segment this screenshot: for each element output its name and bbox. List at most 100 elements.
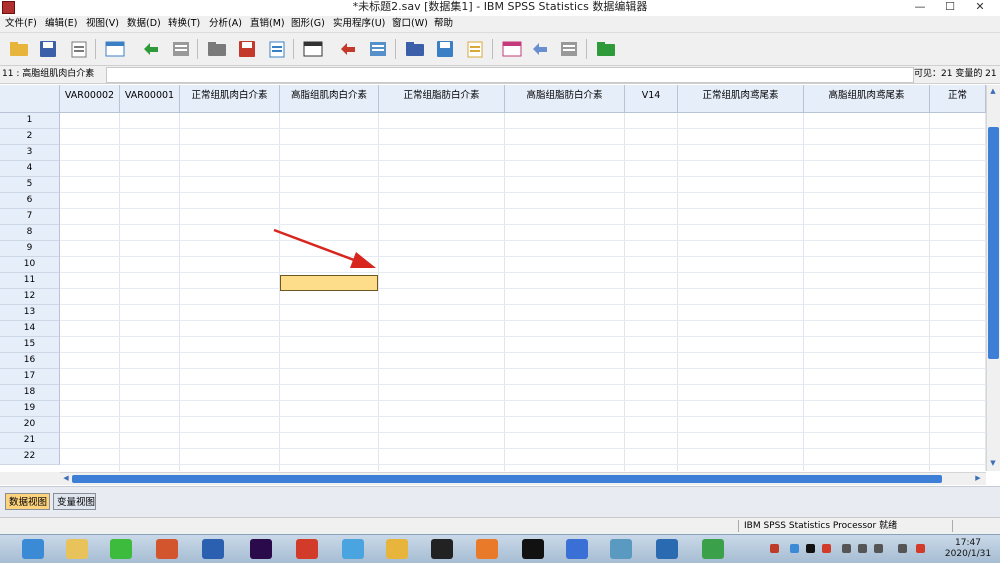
row-header[interactable]: 3 — [0, 145, 60, 161]
scroll-right-icon[interactable]: ▶ — [972, 473, 984, 484]
bird-app-icon[interactable] — [342, 539, 364, 559]
variables-icon[interactable] — [266, 39, 288, 59]
use-sets-icon[interactable] — [529, 39, 551, 59]
menu-item[interactable]: 图形(G) — [291, 18, 325, 30]
selected-cell[interactable] — [280, 275, 378, 291]
column-header[interactable]: VAR00001 — [120, 85, 180, 113]
print-icon[interactable] — [68, 39, 90, 59]
tray-wifi-icon[interactable] — [858, 544, 867, 553]
redo-icon[interactable] — [170, 39, 192, 59]
image-viewer-icon[interactable] — [702, 539, 724, 559]
column-header[interactable]: 高脂组肌肉鸢尾素 — [804, 85, 930, 113]
column-header[interactable]: VAR00002 — [60, 85, 120, 113]
row-header[interactable]: 1 — [0, 113, 60, 129]
column-header[interactable]: 正常组肌肉白介素 — [180, 85, 280, 113]
browser-360-icon[interactable] — [22, 539, 44, 559]
maximize-button[interactable]: ☐ — [936, 0, 964, 14]
column-header[interactable]: V14 — [625, 85, 678, 113]
row-header[interactable]: 18 — [0, 385, 60, 401]
notes-icon[interactable] — [610, 539, 632, 559]
menu-item[interactable]: 分析(A) — [209, 18, 242, 30]
video-editor-icon[interactable] — [431, 539, 453, 559]
file-explorer-icon[interactable] — [66, 539, 88, 559]
feishu-icon[interactable] — [566, 539, 588, 559]
menu-item[interactable]: 文件(F) — [5, 18, 37, 30]
row-header[interactable]: 17 — [0, 369, 60, 385]
tray-battery-icon[interactable] — [842, 544, 851, 553]
menu-item[interactable]: 实用程序(U) — [333, 18, 385, 30]
row-header[interactable]: 6 — [0, 193, 60, 209]
row-header[interactable]: 7 — [0, 209, 60, 225]
tray-security-icon[interactable] — [822, 544, 831, 553]
row-header[interactable]: 9 — [0, 241, 60, 257]
taskbar-clock[interactable]: 17:47 2020/1/31 — [938, 538, 998, 560]
premiere-icon[interactable] — [250, 539, 272, 559]
tray-network-icon[interactable] — [790, 544, 799, 553]
qq-icon[interactable] — [522, 539, 544, 559]
wps-icon[interactable] — [296, 539, 318, 559]
spss-icon[interactable] — [656, 539, 678, 559]
cell-value-input[interactable] — [106, 67, 914, 83]
vertical-scroll-thumb[interactable] — [988, 127, 999, 359]
scroll-up-icon[interactable]: ▲ — [987, 85, 999, 97]
select-cases-icon[interactable] — [464, 39, 486, 59]
row-header[interactable]: 20 — [0, 417, 60, 433]
tab-variable-view[interactable]: 变量视图 — [53, 493, 96, 510]
save-icon[interactable] — [37, 39, 59, 59]
tray-volume-icon[interactable] — [874, 544, 883, 553]
value-labels-icon[interactable] — [501, 39, 523, 59]
minimize-button[interactable]: — — [906, 0, 934, 14]
row-header[interactable]: 15 — [0, 337, 60, 353]
row-header[interactable]: 5 — [0, 177, 60, 193]
scroll-left-icon[interactable]: ◀ — [60, 473, 72, 484]
spell-check-icon[interactable] — [595, 39, 617, 59]
row-header[interactable]: 16 — [0, 353, 60, 369]
column-header[interactable]: 正常 — [930, 85, 986, 113]
goto-variable-icon[interactable] — [236, 39, 258, 59]
tray-sogou-icon[interactable] — [916, 544, 925, 553]
goto-case-icon[interactable] — [206, 39, 228, 59]
row-header[interactable]: 21 — [0, 433, 60, 449]
close-button[interactable]: ✕ — [966, 0, 994, 14]
weight-cases-icon[interactable] — [434, 39, 456, 59]
row-header[interactable]: 12 — [0, 289, 60, 305]
row-header[interactable]: 8 — [0, 225, 60, 241]
word-icon[interactable] — [202, 539, 224, 559]
orange-app-icon[interactable] — [476, 539, 498, 559]
column-header[interactable]: 高脂组肌肉白介素 — [280, 85, 379, 113]
row-header[interactable]: 14 — [0, 321, 60, 337]
insert-variable-icon[interactable] — [367, 39, 389, 59]
row-header[interactable]: 2 — [0, 129, 60, 145]
horizontal-scroll-thumb[interactable] — [72, 475, 942, 483]
row-header[interactable]: 22 — [0, 449, 60, 465]
chrome-icon[interactable] — [386, 539, 408, 559]
row-header[interactable]: 10 — [0, 257, 60, 273]
menu-item[interactable]: 帮助 — [434, 18, 453, 30]
menu-item[interactable]: 视图(V) — [86, 18, 119, 30]
menu-item[interactable]: 窗口(W) — [392, 18, 428, 30]
scroll-down-icon[interactable]: ▼ — [987, 457, 999, 469]
grid-corner[interactable] — [0, 85, 60, 113]
insert-cases-icon[interactable] — [337, 39, 359, 59]
tab-data-view[interactable]: 数据视图 — [5, 493, 50, 510]
powerpoint-icon[interactable] — [156, 539, 178, 559]
dialog-recall-icon[interactable] — [104, 39, 126, 59]
column-header[interactable]: 正常组肌肉鸢尾素 — [678, 85, 804, 113]
menu-item[interactable]: 数据(D) — [127, 18, 161, 30]
open-data-icon[interactable] — [8, 39, 30, 59]
row-header[interactable]: 4 — [0, 161, 60, 177]
wechat-icon[interactable] — [110, 539, 132, 559]
row-header[interactable]: 11 — [0, 273, 60, 289]
menu-item[interactable]: 编辑(E) — [45, 18, 77, 30]
show-all-variables-icon[interactable] — [558, 39, 580, 59]
split-file-icon[interactable] — [404, 39, 426, 59]
tray-arrow-icon[interactable] — [770, 544, 779, 553]
tray-input-icon[interactable] — [898, 544, 907, 553]
horizontal-scrollbar[interactable]: ◀ ▶ — [60, 472, 986, 485]
menu-item[interactable]: 直销(M) — [250, 18, 285, 30]
row-header[interactable]: 19 — [0, 401, 60, 417]
row-header[interactable]: 13 — [0, 305, 60, 321]
column-header[interactable]: 正常组脂肪白介素 — [379, 85, 505, 113]
column-header[interactable]: 高脂组脂肪白介素 — [505, 85, 625, 113]
vertical-scrollbar[interactable]: ▲ ▼ — [986, 85, 1000, 471]
